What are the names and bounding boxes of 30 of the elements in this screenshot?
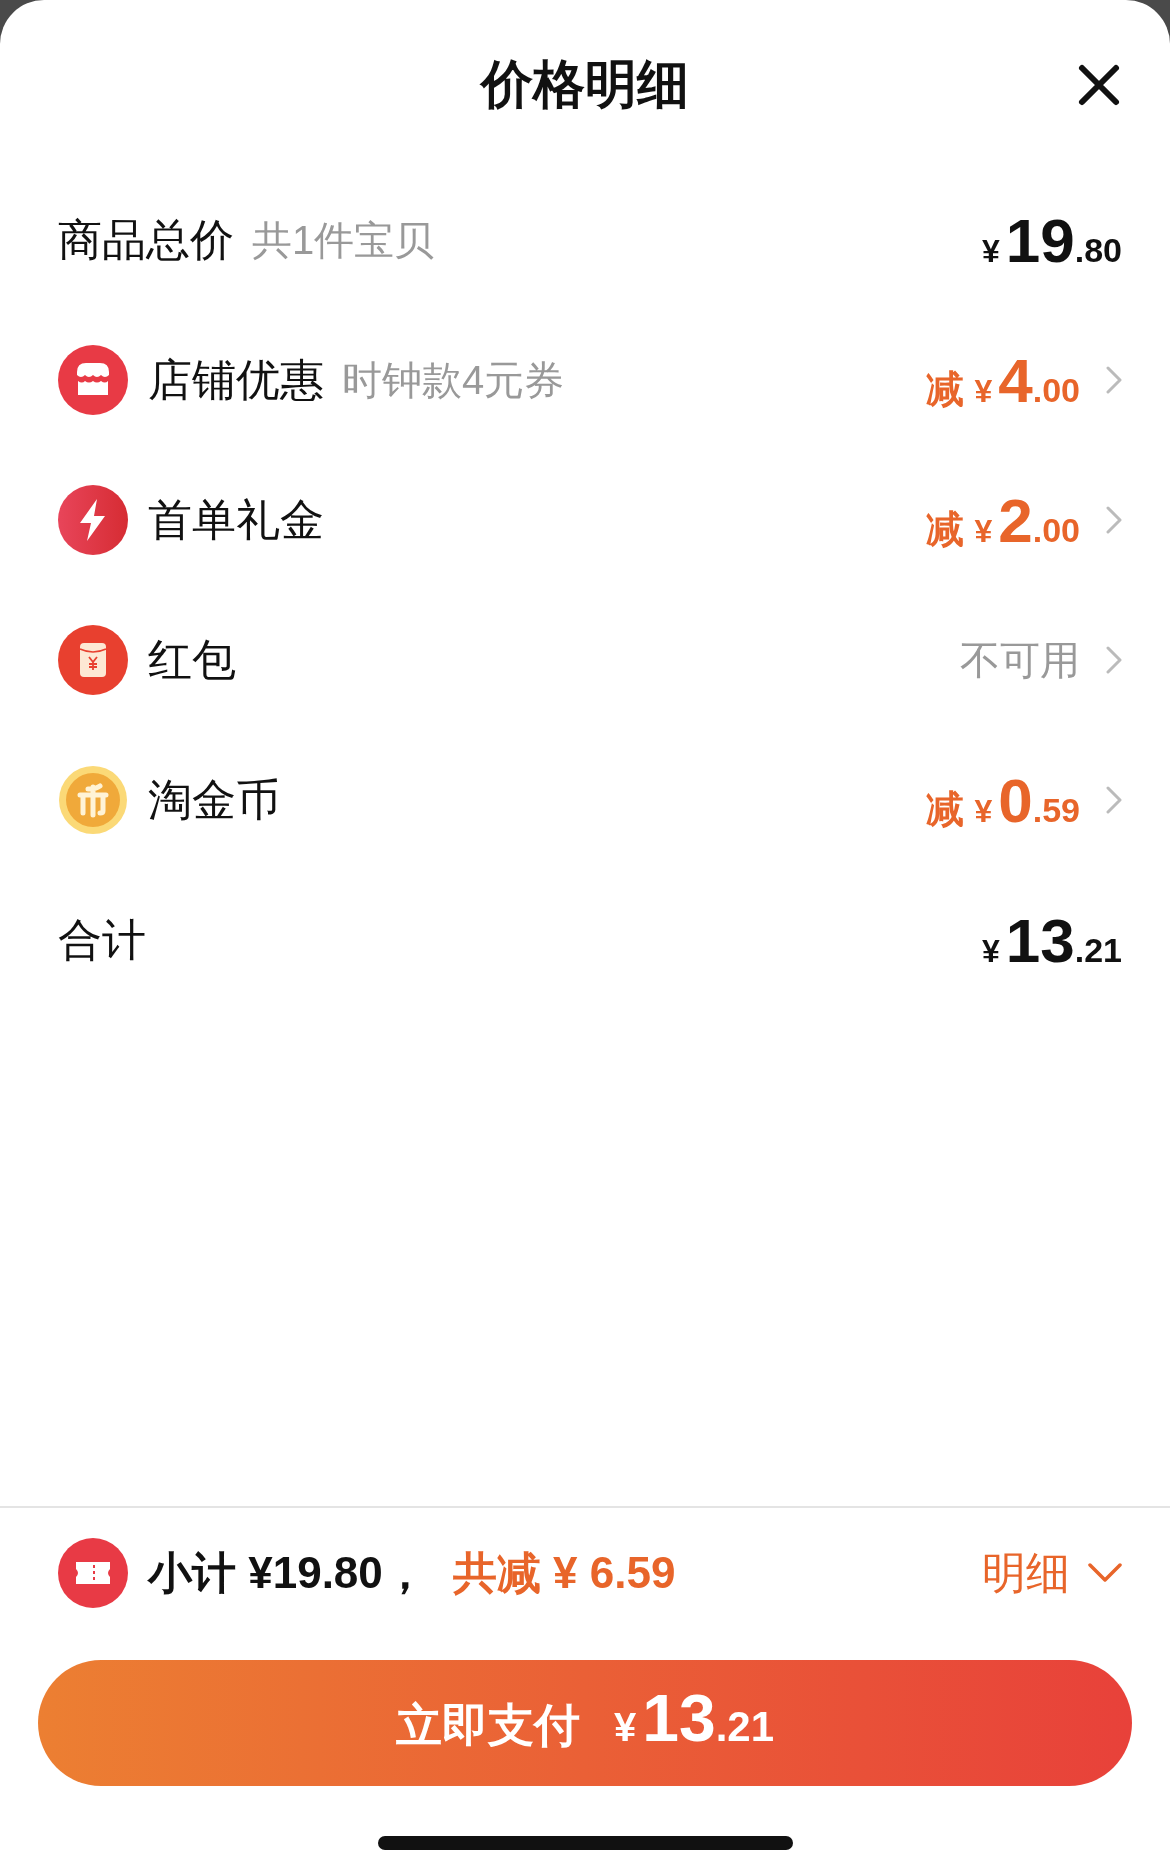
price-amount: 减 ¥2.00: [926, 484, 1080, 556]
saving-text: 共减 ¥ 6.59: [452, 1546, 676, 1599]
chevron-right-icon: [1106, 366, 1122, 394]
price-amount: ¥13.21: [981, 904, 1122, 976]
chevron-right-icon: [1106, 786, 1122, 814]
sheet-title: 价格明细: [481, 54, 689, 115]
chevron-right-icon: [1106, 646, 1122, 674]
close-icon[interactable]: [1076, 62, 1122, 108]
coin-icon: [58, 765, 128, 835]
row-label: 淘金币: [148, 773, 280, 826]
row-label: 首单礼金: [148, 493, 324, 546]
lightning-icon: [58, 485, 128, 555]
row-label: 红包: [148, 633, 236, 686]
price-amount: 减 ¥4.00: [926, 344, 1080, 416]
row-note: 共1件宝贝: [252, 216, 435, 264]
envelope-icon: [58, 625, 128, 695]
shop-icon: [58, 345, 128, 415]
chevron-down-icon: [1088, 1563, 1122, 1583]
subtotal-text: 小计 ¥19.80，: [148, 1546, 427, 1599]
chevron-right-icon: [1106, 506, 1122, 534]
pay-button[interactable]: 立即支付 ¥13.21: [38, 1660, 1132, 1786]
row-label: 商品总价: [58, 213, 234, 266]
price-amount: ¥19.80: [981, 204, 1122, 276]
row-label: 合计: [58, 913, 146, 966]
ticket-icon: [58, 1538, 128, 1608]
price-amount: 减 ¥0.59: [926, 764, 1080, 836]
row-label: 店铺优惠: [148, 353, 324, 406]
detail-toggle[interactable]: 明细: [982, 1543, 1122, 1603]
status-text: 不可用: [960, 636, 1080, 684]
row-note: 时钟款4元券: [342, 356, 565, 404]
